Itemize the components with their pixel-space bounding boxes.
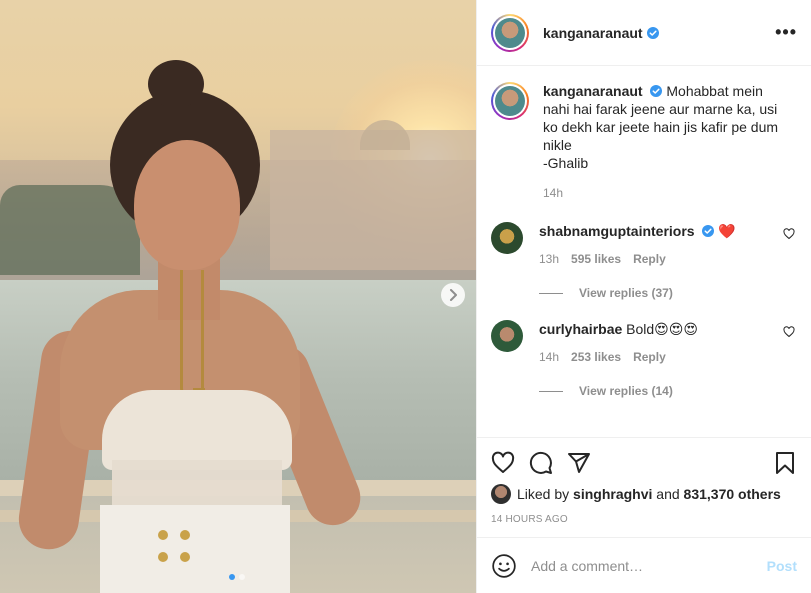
likes-prefix: Liked by [517,486,570,502]
comment-username[interactable]: curlyhairbae [539,321,622,337]
heart-icon[interactable] [783,326,795,338]
comment-avatar[interactable] [491,222,523,254]
liker-avatar[interactable] [491,484,511,504]
replies-divider [539,390,563,392]
comment-item: shabnamguptainteriors ❤️ 13h 595 likes R… [491,222,797,268]
likes-others-link[interactable]: 831,370 others [684,486,781,502]
likes-summary: Liked by singhraghvi and 831,370 others [491,484,797,504]
avatar-border [493,84,527,118]
avatar-image [495,17,525,48]
emoji-icon[interactable] [491,553,517,579]
white-trousers [100,505,290,593]
view-replies-label: View replies (14) [579,384,673,398]
comment-body: curlyhairbae Bold😍😍😍 14h 253 likes Reply [539,320,779,366]
comment-meta: 13h 595 likes Reply [539,250,779,268]
caption-avatar[interactable] [491,82,529,120]
reply-button[interactable]: Reply [633,348,666,366]
comment-avatar[interactable] [491,320,523,352]
caption-body: kanganaranaut Mohabbat mein nahi hai far… [543,82,793,202]
next-photo-button[interactable] [441,283,465,307]
avatar-image [495,86,525,116]
comment-likes[interactable]: 595 likes [571,250,621,268]
view-replies-label: View replies (37) [579,286,673,300]
avatar-border [493,15,527,50]
gold-button [180,530,190,540]
reply-button[interactable]: Reply [633,250,666,268]
view-replies-button[interactable]: View replies (37) [539,286,797,300]
comment-username[interactable]: shabnamguptainteriors [539,223,695,239]
post-header: kanganaranaut ••• [477,0,811,66]
replies-divider [539,292,563,294]
carousel-dot [239,574,245,580]
carousel-indicator [229,574,245,580]
comment-text: ❤️ [718,223,736,239]
avatar[interactable] [491,13,529,52]
comment-item: curlyhairbae Bold😍😍😍 14h 253 likes Reply [491,320,797,366]
comment-input[interactable] [531,557,767,574]
comments-list: kanganaranaut Mohabbat mein nahi hai far… [477,66,811,437]
post-sidebar: kanganaranaut ••• kanganaranaut Mohabbat… [476,0,811,593]
likes-conjunction: and [656,486,680,502]
liker-username[interactable]: singhraghvi [573,486,652,502]
lace-top [102,390,292,470]
caption: kanganaranaut Mohabbat mein nahi hai far… [491,82,797,202]
hair-bun [148,60,204,108]
view-replies-button[interactable]: View replies (14) [539,384,797,398]
comment-text: Bold😍😍😍 [626,321,698,337]
caption-time[interactable]: 14h [543,184,793,202]
verified-icon [702,225,715,237]
caption-username[interactable]: kanganaranaut [543,83,643,99]
add-comment-bar: Post [477,537,811,593]
comment-time[interactable]: 14h [539,348,559,366]
post-modal: kanganaranaut ••• kanganaranaut Mohabbat… [0,0,811,593]
more-icon[interactable]: ••• [775,22,797,43]
gold-button [180,552,190,562]
caption-attribution: -Ghalib [543,155,589,171]
gold-necklace [180,270,204,400]
woman-figure [14,60,369,593]
bookmark-icon[interactable] [773,451,797,475]
gold-button [158,552,168,562]
post-actions: Liked by singhraghvi and 831,370 others … [477,437,811,537]
verified-icon [646,26,659,39]
post-timestamp[interactable]: 14 HOURS AGO [491,514,797,525]
gold-button [158,530,168,540]
share-icon[interactable] [567,451,591,475]
chevron-right-icon [450,289,457,301]
comment-icon[interactable] [529,451,553,475]
comment-meta: 14h 253 likes Reply [539,348,779,366]
carousel-dot-active [229,574,235,580]
post-photo[interactable] [0,0,476,593]
action-icons [491,448,797,478]
header-username[interactable]: kanganaranaut [543,25,643,41]
heart-icon[interactable] [491,451,515,475]
comment-likes[interactable]: 253 likes [571,348,621,366]
verified-icon [650,85,663,97]
heart-icon[interactable] [783,228,795,240]
face [134,140,240,270]
comment-time[interactable]: 13h [539,250,559,268]
comment-body: shabnamguptainteriors ❤️ 13h 595 likes R… [539,222,779,268]
post-comment-button[interactable]: Post [767,558,797,574]
